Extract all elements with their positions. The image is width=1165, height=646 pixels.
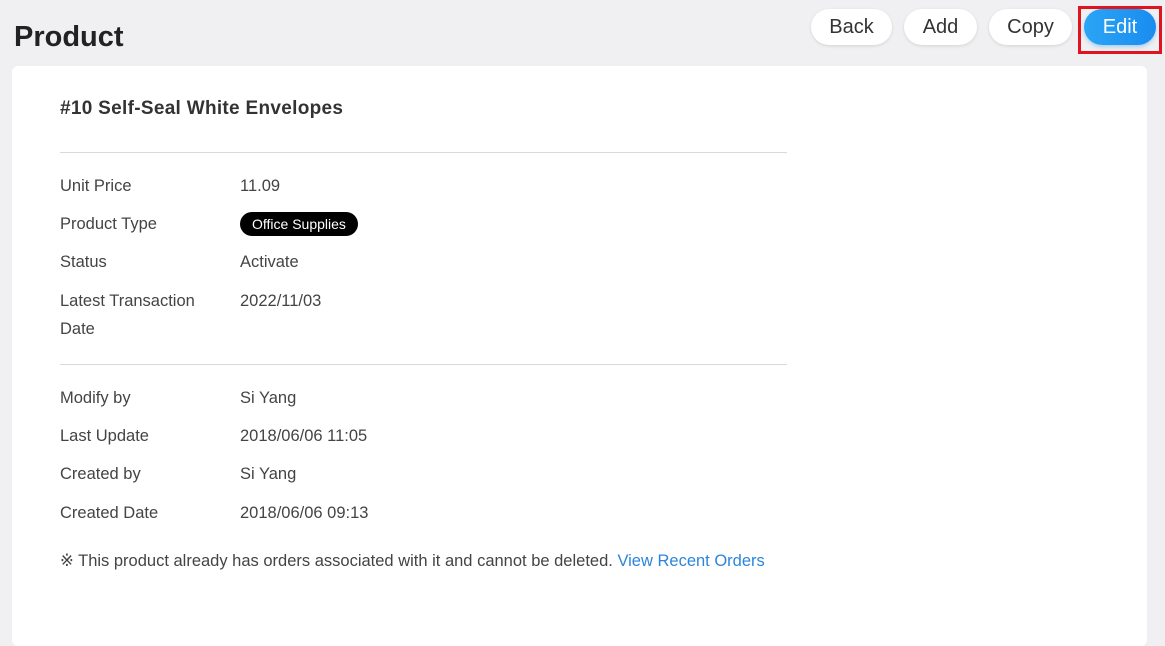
status-label: Status [60,253,107,271]
created-by-value: Si Yang [240,465,297,483]
created-date-label: Created Date [60,504,159,522]
delete-restriction-notice: ※ This product already has orders associ… [60,547,787,576]
product-type-label: Product Type [60,215,157,233]
add-button[interactable]: Add [904,9,977,45]
last-update-value: 2018/06/06 11:05 [240,427,368,445]
latest-transaction-date-label: Latest Transaction Date [60,292,195,338]
product-type-badge: Office Supplies [240,212,358,236]
edit-button[interactable]: Edit [1084,9,1156,45]
modify-by-label: Modify by [60,389,131,407]
product-detail-card: #10 Self-Seal White Envelopes Unit Price… [12,66,1147,646]
last-update-label: Last Update [60,427,149,445]
notice-text: ※ This product already has orders associ… [60,552,618,570]
back-button[interactable]: Back [811,9,892,45]
unit-price-value: 11.09 [240,177,281,195]
modify-by-value: Si Yang [240,389,297,407]
unit-price-label: Unit Price [60,177,132,195]
latest-transaction-date-value: 2022/11/03 [240,292,322,310]
view-recent-orders-link[interactable]: View Recent Orders [617,552,764,570]
section-divider [60,364,787,365]
copy-button[interactable]: Copy [989,9,1072,45]
action-toolbar: Back Add Copy Edit [0,9,1165,45]
section-divider [60,152,787,153]
created-date-value: 2018/06/06 09:13 [240,504,369,522]
product-name: #10 Self-Seal White Envelopes [60,98,344,119]
status-value: Activate [240,253,299,271]
created-by-label: Created by [60,465,141,483]
